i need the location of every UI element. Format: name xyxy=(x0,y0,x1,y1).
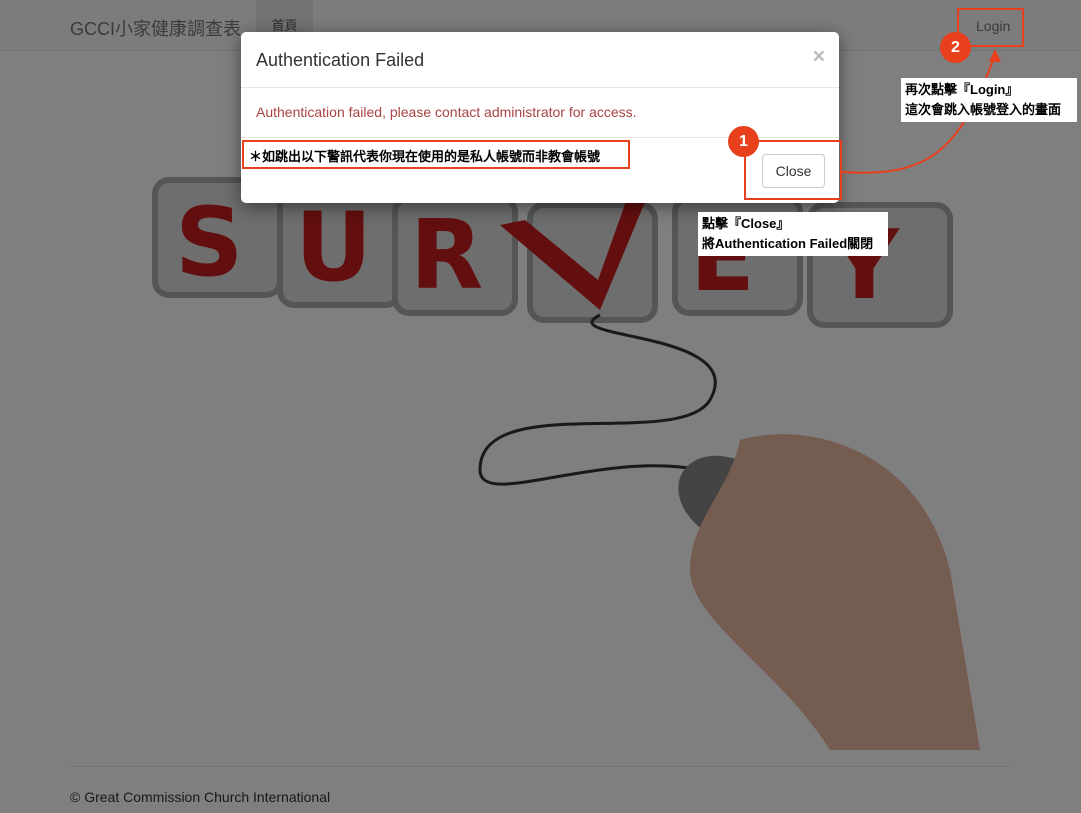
annotation-warning-note: ＊如跳出以下警訊代表你現在使用的是私人帳號而非教會帳號 xyxy=(242,140,630,169)
annotation-step-2-line-2: 這次會跳入帳號登入的畫面 xyxy=(905,102,1062,117)
annotation-close-highlight xyxy=(744,140,842,200)
modal-error-message: Authentication failed, please contact ad… xyxy=(256,104,637,120)
modal-title: Authentication Failed xyxy=(256,50,425,70)
modal-header: Authentication Failed × xyxy=(241,32,839,88)
annotation-step-1-badge: 1 xyxy=(728,126,759,157)
annotation-step-2-line-1: 再次點擊『Login』 xyxy=(905,82,1019,97)
annotation-step-2-badge: 2 xyxy=(940,32,971,63)
annotation-step-1-line-1: 點擊『Close』 xyxy=(702,216,790,231)
modal-close-x-icon[interactable]: × xyxy=(813,46,825,67)
annotation-step-1-line-2: 將Authentication Failed關閉 xyxy=(702,236,874,251)
annotation-step-2-note: 再次點擊『Login』 這次會跳入帳號登入的畫面 xyxy=(901,78,1077,122)
annotation-step-1-note: 點擊『Close』 將Authentication Failed關閉 xyxy=(698,212,888,256)
